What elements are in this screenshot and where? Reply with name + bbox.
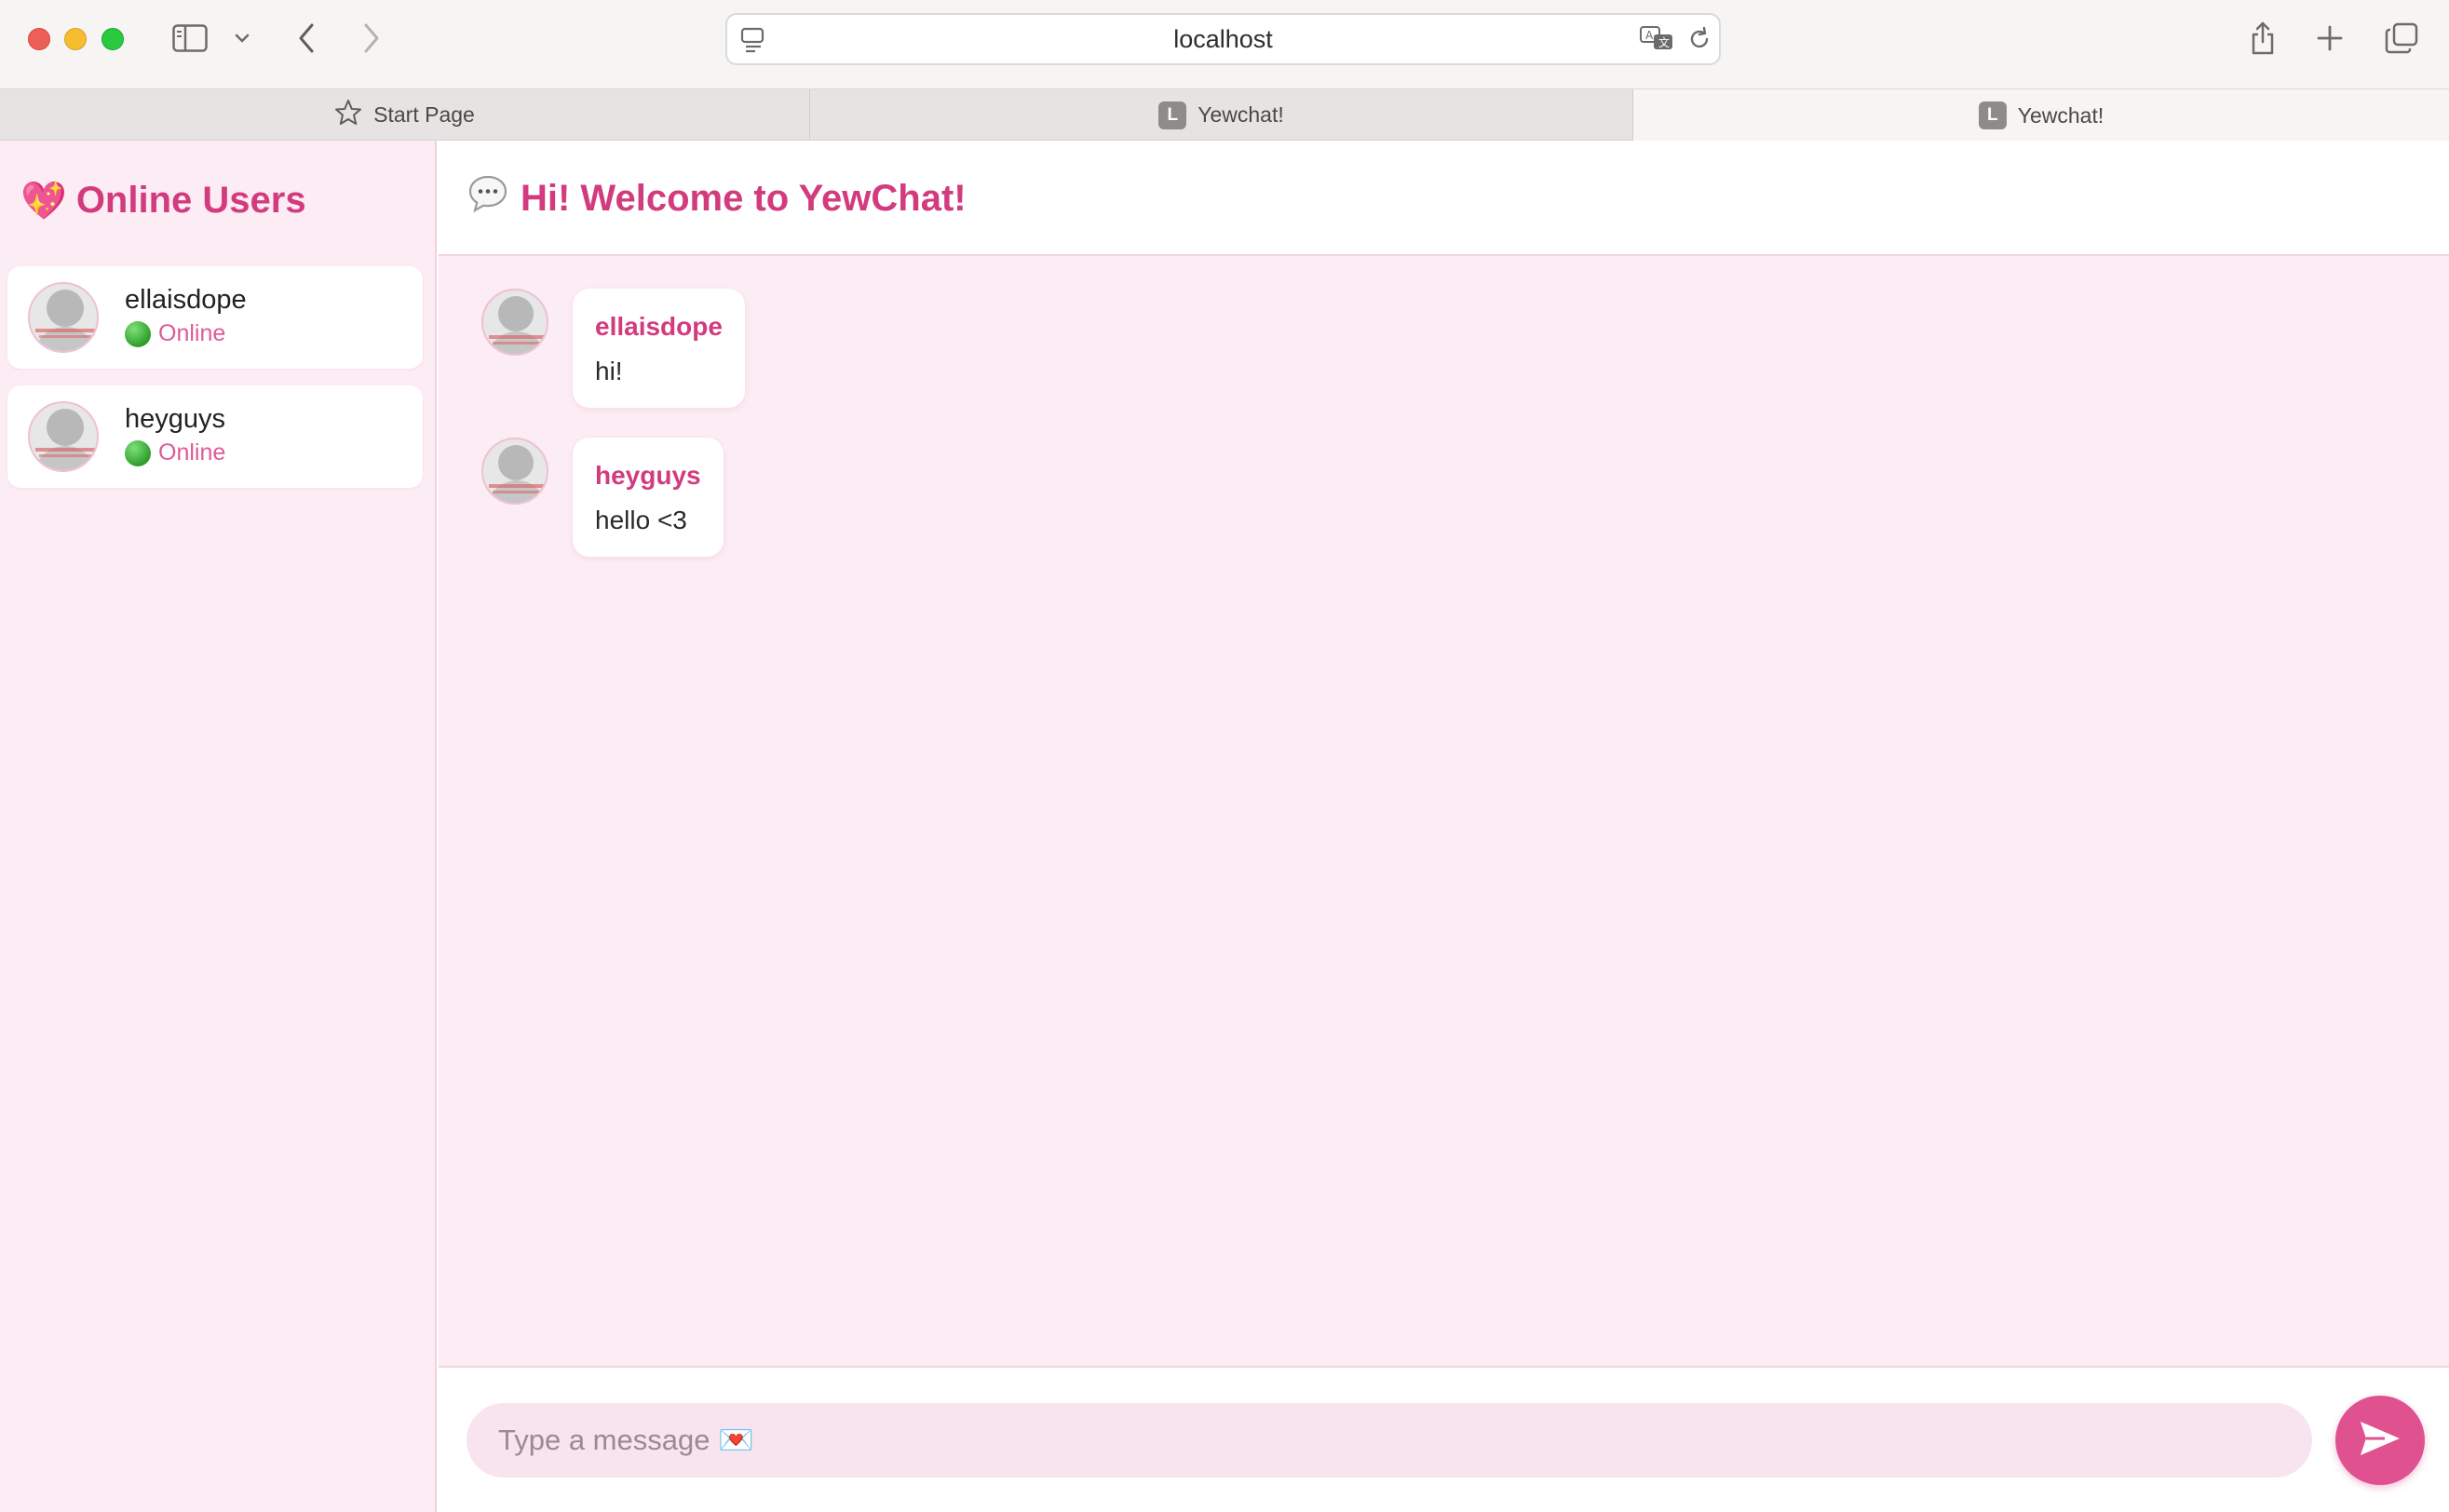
tab-yewchat[interactable]: L Yewchat! bbox=[810, 89, 1633, 141]
user-name: ellaisdope bbox=[125, 285, 247, 315]
online-users-sidebar: 💖 Online Users ellaisdope Online heyguys… bbox=[0, 141, 437, 1512]
online-dot-icon bbox=[125, 439, 151, 466]
tab-label: Yewchat! bbox=[1197, 102, 1284, 127]
chat-header: Hi! Welcome to YewChat! bbox=[439, 141, 2449, 256]
message-text: hello <3 bbox=[595, 506, 687, 534]
user-card[interactable]: ellaisdope Online bbox=[7, 266, 423, 369]
sidebar-title-text: Online Users bbox=[75, 179, 306, 221]
message-author: ellaisdope bbox=[595, 312, 723, 341]
online-dot-icon bbox=[125, 320, 151, 347]
address-bar[interactable]: localhost A文 bbox=[725, 13, 1721, 65]
sparkling-heart-icon: 💖 bbox=[20, 180, 67, 222]
url-text[interactable]: localhost bbox=[727, 15, 1719, 63]
back-arrow-icon[interactable] bbox=[292, 19, 320, 58]
close-window-button[interactable] bbox=[28, 28, 50, 50]
chat-title: Hi! Welcome to YewChat! bbox=[467, 170, 967, 226]
svg-text:文: 文 bbox=[1658, 35, 1670, 49]
site-favicon: L bbox=[1158, 101, 1187, 129]
svg-text:A: A bbox=[1645, 29, 1654, 42]
star-icon bbox=[334, 99, 362, 132]
sidebar-toggle-icon[interactable] bbox=[171, 19, 209, 58]
chat-title-text: Hi! Welcome to YewChat! bbox=[521, 177, 967, 219]
tab-yewchat-active[interactable]: L Yewchat! bbox=[1633, 89, 2449, 142]
message-bubble: heyguys hello <3 bbox=[573, 438, 724, 557]
sidebar-title: 💖 Online Users bbox=[20, 172, 306, 228]
speech-bubble-icon bbox=[467, 173, 509, 223]
minimize-window-button[interactable] bbox=[64, 28, 87, 50]
user-card[interactable]: heyguys Online bbox=[7, 385, 423, 488]
message-composer bbox=[439, 1366, 2449, 1512]
message-input[interactable] bbox=[467, 1403, 2312, 1478]
tab-bar: Start Page L Yewchat! L Yewchat! bbox=[0, 89, 2449, 142]
message-text: hi! bbox=[595, 357, 623, 385]
avatar bbox=[28, 282, 99, 353]
avatar bbox=[481, 438, 548, 505]
site-favicon: L bbox=[1978, 101, 2007, 129]
chevron-down-icon[interactable] bbox=[231, 19, 253, 58]
user-name: heyguys bbox=[125, 404, 226, 434]
avatar bbox=[28, 401, 99, 472]
zoom-window-button[interactable] bbox=[101, 28, 124, 50]
status-text: Online bbox=[158, 320, 226, 346]
tab-label: Yewchat! bbox=[2017, 102, 2104, 128]
message-author: heyguys bbox=[595, 461, 701, 490]
status-text: Online bbox=[158, 439, 226, 466]
new-tab-icon[interactable] bbox=[2313, 19, 2347, 58]
translate-icon[interactable]: A文 bbox=[1639, 24, 1676, 59]
share-icon[interactable] bbox=[2246, 19, 2280, 58]
chat-panel: Hi! Welcome to YewChat! ellaisdope hi! h… bbox=[439, 141, 2449, 1512]
tab-overview-icon[interactable] bbox=[2384, 19, 2419, 58]
tab-label: Start Page bbox=[373, 102, 475, 127]
message-bubble: ellaisdope hi! bbox=[573, 289, 745, 408]
reload-icon[interactable] bbox=[1686, 25, 1712, 58]
forward-arrow-icon[interactable] bbox=[358, 19, 386, 58]
user-status: Online bbox=[125, 320, 225, 347]
tab-start-page[interactable]: Start Page bbox=[0, 89, 810, 141]
user-status: Online bbox=[125, 439, 225, 466]
browser-toolbar: localhost A文 bbox=[0, 0, 2449, 89]
send-icon bbox=[2357, 1418, 2403, 1464]
avatar bbox=[481, 289, 548, 356]
send-button[interactable] bbox=[2335, 1396, 2425, 1485]
